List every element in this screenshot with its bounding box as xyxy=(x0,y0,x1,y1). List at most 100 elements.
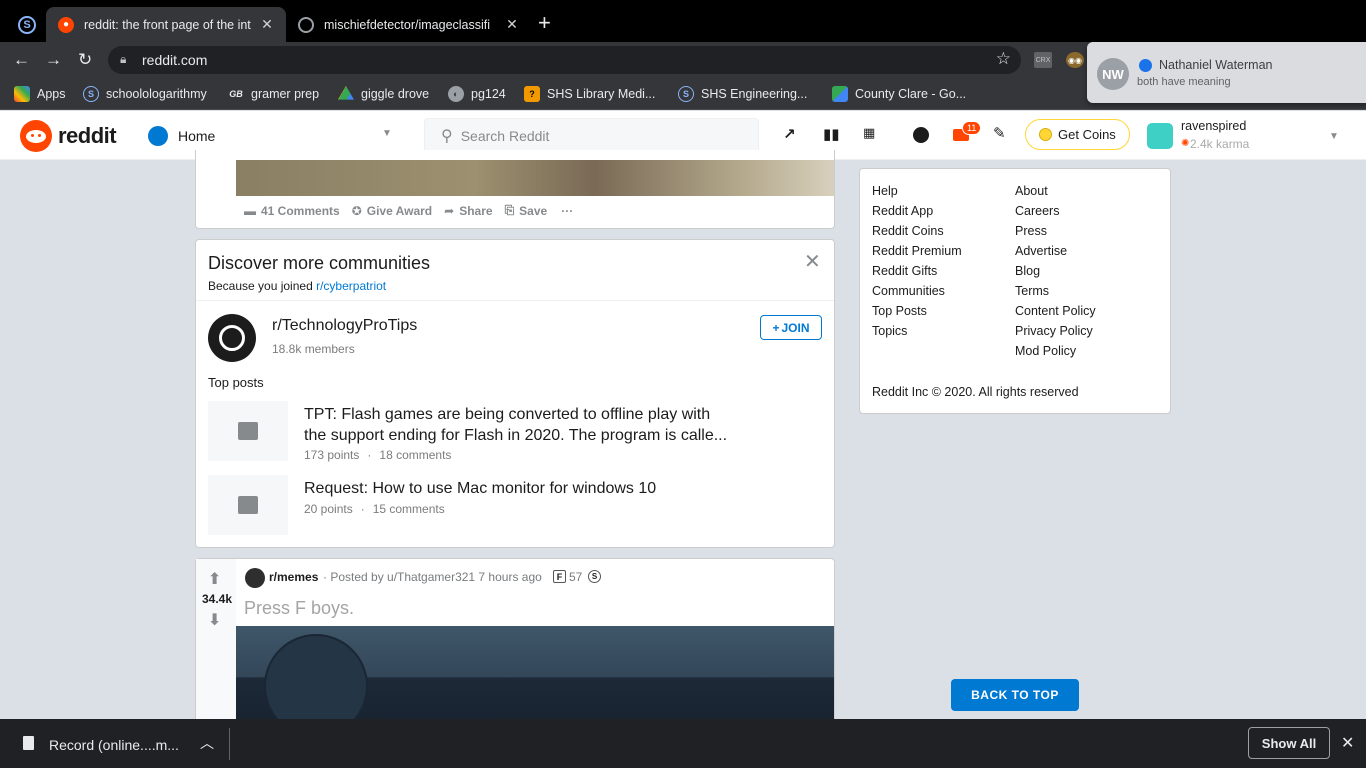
save-button[interactable]: Save xyxy=(519,204,547,218)
joined-subreddit-link[interactable]: r/cyberpatriot xyxy=(316,279,386,293)
address-bar[interactable]: 🔒︎ reddit.com ☆ xyxy=(108,46,1021,74)
footer-link[interactable]: About xyxy=(1015,184,1048,198)
top-post-title[interactable]: Request: How to use Mac monitor for wind… xyxy=(304,478,656,499)
f-award-icon: F xyxy=(553,570,566,583)
qr-icon[interactable]: ▦ xyxy=(863,125,875,141)
downvote-icon[interactable]: ⬇ xyxy=(208,610,221,630)
home-dropdown[interactable]: Home ▼ xyxy=(148,120,398,152)
community-avatar[interactable] xyxy=(208,314,256,362)
top-post-thumbnail[interactable] xyxy=(208,401,288,461)
pencil-icon[interactable]: ✎ xyxy=(993,124,1006,142)
footer-link[interactable]: Reddit Premium xyxy=(872,244,962,258)
new-tab-icon[interactable]: + xyxy=(538,12,551,34)
download-file-name[interactable]: Record (online....m... xyxy=(49,737,179,753)
owl-extension-icon[interactable]: ◉◉ xyxy=(1066,52,1084,68)
text-post-icon xyxy=(238,422,258,440)
footer-link[interactable]: Reddit App xyxy=(872,204,933,218)
footer-link[interactable]: Advertise xyxy=(1015,244,1067,258)
copyright: Reddit Inc © 2020. All rights reserved xyxy=(872,385,1079,399)
bookmark-county-clare[interactable]: County Clare - Go... xyxy=(832,85,966,103)
bookmark-schoolologarithmy[interactable]: Sschoolologarithmy xyxy=(83,85,207,103)
footer-link[interactable]: Reddit Coins xyxy=(872,224,944,238)
reddit-logo-icon[interactable] xyxy=(20,120,52,152)
planet-icon xyxy=(219,325,245,351)
chat-icon[interactable] xyxy=(913,127,929,143)
award-icon[interactable]: ✪ xyxy=(352,204,362,218)
footer-link[interactable]: Communities xyxy=(872,284,945,298)
apps-grid-icon xyxy=(14,86,30,102)
tab-github[interactable]: mischiefdetector/imageclassifi ✕ xyxy=(286,7,526,42)
post-card[interactable]: ⬆ 34.4k ⬇ r/memes · Posted by u/Thatgame… xyxy=(195,558,835,739)
footer-link[interactable]: Top Posts xyxy=(872,304,927,318)
footer-link[interactable]: Press xyxy=(1015,224,1047,238)
stats-icon[interactable]: ▮▮ xyxy=(823,125,840,143)
top-post-title[interactable]: TPT: Flash games are being converted to … xyxy=(304,404,754,446)
username: ravenspired xyxy=(1181,119,1247,133)
reddit-wordmark[interactable]: reddit xyxy=(58,123,117,149)
trending-icon[interactable]: ↗ xyxy=(783,125,796,143)
save-icon[interactable]: ⎘ xyxy=(505,203,515,218)
upvote-icon[interactable]: ⬆ xyxy=(208,569,221,589)
footer-link[interactable]: Content Policy xyxy=(1015,304,1096,318)
share-button[interactable]: Share xyxy=(459,204,492,218)
file-icon xyxy=(23,736,34,750)
google-drive-icon xyxy=(338,86,354,100)
footer-link[interactable]: Help xyxy=(872,184,898,198)
profile-icon[interactable]: S xyxy=(18,16,36,34)
comments-button[interactable]: 41 Comments xyxy=(261,204,340,218)
get-coins-button[interactable]: Get Coins xyxy=(1025,119,1130,150)
show-all-button[interactable]: Show All xyxy=(1248,727,1330,759)
reddit-favicon-icon: ● xyxy=(58,16,74,33)
footer-link[interactable]: Reddit Gifts xyxy=(872,264,937,278)
lock-icon: 🔒︎ xyxy=(120,52,127,66)
share-icon[interactable]: ➦ xyxy=(444,204,454,218)
footer-link[interactable]: Terms xyxy=(1015,284,1049,298)
close-tab-icon[interactable]: ✕ xyxy=(504,16,520,33)
footer-link[interactable]: Topics xyxy=(872,324,907,338)
crx-extension-icon[interactable]: CRX xyxy=(1034,52,1052,68)
subreddit-link[interactable]: r/memes xyxy=(269,570,318,584)
footer-link[interactable]: Careers xyxy=(1015,204,1059,218)
join-button[interactable]: + JOIN xyxy=(760,315,822,340)
discover-title: Discover more communities xyxy=(208,253,431,273)
bookmark-giggle-drove[interactable]: giggle drove xyxy=(338,85,429,103)
schoology-icon: S xyxy=(83,86,99,102)
schoology-icon: S xyxy=(678,86,694,102)
user-menu[interactable]: ravenspired ✺ 2.4k karma ▼ xyxy=(1147,119,1347,151)
bookmark-apps[interactable]: Apps xyxy=(14,85,66,103)
footer-link[interactable]: Blog xyxy=(1015,264,1040,278)
give-award-button[interactable]: Give Award xyxy=(367,204,432,218)
close-icon[interactable]: ✕ xyxy=(1341,733,1354,753)
footer-link[interactable]: Mod Policy xyxy=(1015,344,1076,358)
chevron-up-icon[interactable]: ︿ xyxy=(200,733,214,753)
star-icon[interactable]: ☆ xyxy=(996,49,1011,69)
mail-count-badge: 11 xyxy=(962,121,982,135)
top-post-thumbnail[interactable] xyxy=(208,475,288,535)
bookmark-shs-engineering[interactable]: S SHS Engineering... xyxy=(678,85,807,103)
plus-icon: + xyxy=(772,320,780,335)
avatar: NW xyxy=(1097,58,1129,90)
bookmark-gramer-prep[interactable]: GB gramer prep xyxy=(228,85,319,103)
bookmark-shs-library[interactable]: ? SHS Library Medi... xyxy=(524,85,655,103)
close-tab-icon[interactable]: ✕ xyxy=(259,16,275,33)
comment-icon[interactable]: ▬ xyxy=(244,204,256,218)
post-card[interactable]: ▬ 41 Comments ✪ Give Award ➦ Share ⎘ Save ··… xyxy=(195,150,835,229)
forward-icon[interactable]: → xyxy=(45,50,62,70)
more-options-icon[interactable]: ··· xyxy=(561,204,573,218)
posted-by[interactable]: · Posted by u/Thatgamer321 7 hours ago xyxy=(323,570,542,584)
back-icon[interactable]: ← xyxy=(13,50,30,70)
reload-icon[interactable]: ↻ xyxy=(78,50,92,70)
post-title[interactable]: Press F boys. xyxy=(244,598,354,619)
search-input[interactable]: ⚲ Search Reddit xyxy=(424,118,759,154)
subreddit-icon[interactable] xyxy=(245,568,265,588)
tab-reddit[interactable]: ● reddit: the front page of the int ✕ xyxy=(46,7,286,42)
divider xyxy=(229,728,230,760)
bookmark-pg124[interactable]: ◐ pg124 xyxy=(448,85,506,103)
chevron-down-icon: ▼ xyxy=(382,128,392,139)
chat-notification[interactable]: NW Nathaniel Waterman both have meaning xyxy=(1087,42,1366,103)
post-image xyxy=(236,160,834,196)
footer-link[interactable]: Privacy Policy xyxy=(1015,324,1093,338)
community-name[interactable]: r/TechnologyProTips xyxy=(272,317,417,335)
close-icon[interactable]: ✕ xyxy=(804,249,821,274)
back-to-top-button[interactable]: BACK TO TOP xyxy=(951,679,1079,711)
